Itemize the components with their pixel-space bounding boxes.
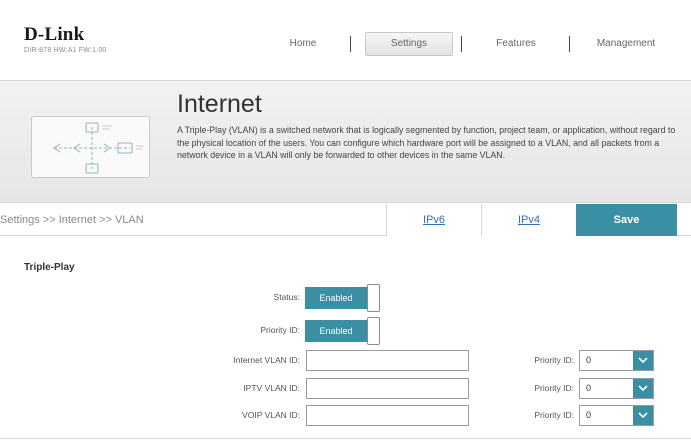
chevron-down-icon[interactable] bbox=[633, 379, 653, 398]
toggle-knob bbox=[367, 317, 380, 345]
ipv4-link[interactable]: IPv4 bbox=[481, 204, 576, 236]
section-title: Triple-Play bbox=[24, 262, 75, 273]
top-nav: Home Settings Features Management bbox=[0, 32, 691, 56]
nav-home[interactable]: Home bbox=[271, 32, 335, 56]
voip-vlan-label: VOIP VLAN ID: bbox=[242, 410, 300, 420]
breadcrumb: Settings >> Internet >> VLAN bbox=[0, 214, 144, 226]
toggle-knob bbox=[367, 284, 380, 312]
internet-priority-select[interactable]: 0 bbox=[579, 350, 654, 371]
divider bbox=[0, 438, 691, 439]
status-toggle[interactable]: Enabled bbox=[305, 284, 380, 312]
nav-separator bbox=[569, 36, 570, 52]
iptv-priority-label: Priority ID: bbox=[534, 383, 574, 393]
nav-separator bbox=[461, 36, 462, 52]
status-toggle-label: Enabled bbox=[305, 287, 367, 309]
priority-toggle-label: Enabled bbox=[305, 320, 367, 342]
chevron-down-icon[interactable] bbox=[633, 406, 653, 425]
chevron-down-icon[interactable] bbox=[633, 351, 653, 370]
voip-priority-label: Priority ID: bbox=[534, 410, 574, 420]
internet-vlan-label: Internet VLAN ID: bbox=[233, 355, 300, 365]
voip-priority-select[interactable]: 0 bbox=[579, 405, 654, 426]
priority-toggle[interactable]: Enabled bbox=[305, 317, 380, 345]
nav-separator bbox=[350, 36, 351, 52]
internet-priority-value: 0 bbox=[586, 355, 592, 365]
voip-priority-value: 0 bbox=[586, 410, 592, 420]
header: D-Link DIR-878 HW:A1 FW:1.00 Home Settin… bbox=[0, 0, 691, 80]
ipv6-link[interactable]: IPv6 bbox=[386, 204, 481, 236]
save-button[interactable]: Save bbox=[576, 204, 677, 236]
status-label: Status: bbox=[273, 292, 300, 302]
nav-management[interactable]: Management bbox=[578, 32, 674, 56]
network-diagram-icon bbox=[31, 116, 150, 178]
nav-features[interactable]: Features bbox=[480, 32, 552, 56]
iptv-priority-value: 0 bbox=[586, 383, 592, 393]
nav-settings[interactable]: Settings bbox=[365, 32, 453, 56]
iptv-priority-select[interactable]: 0 bbox=[579, 378, 654, 399]
page-description: A Triple-Play (VLAN) is a switched netwo… bbox=[177, 125, 676, 160]
voip-vlan-input[interactable] bbox=[306, 405, 469, 426]
iptv-vlan-input[interactable] bbox=[306, 378, 469, 399]
page-title: Internet bbox=[177, 90, 262, 118]
toolbar: Settings >> Internet >> VLAN IPv6 IPv4 S… bbox=[0, 204, 691, 236]
priority-label: Priority ID: bbox=[260, 325, 300, 335]
iptv-vlan-label: IPTV VLAN ID: bbox=[243, 383, 300, 393]
internet-priority-label: Priority ID: bbox=[534, 355, 574, 365]
internet-vlan-input[interactable] bbox=[306, 350, 469, 371]
